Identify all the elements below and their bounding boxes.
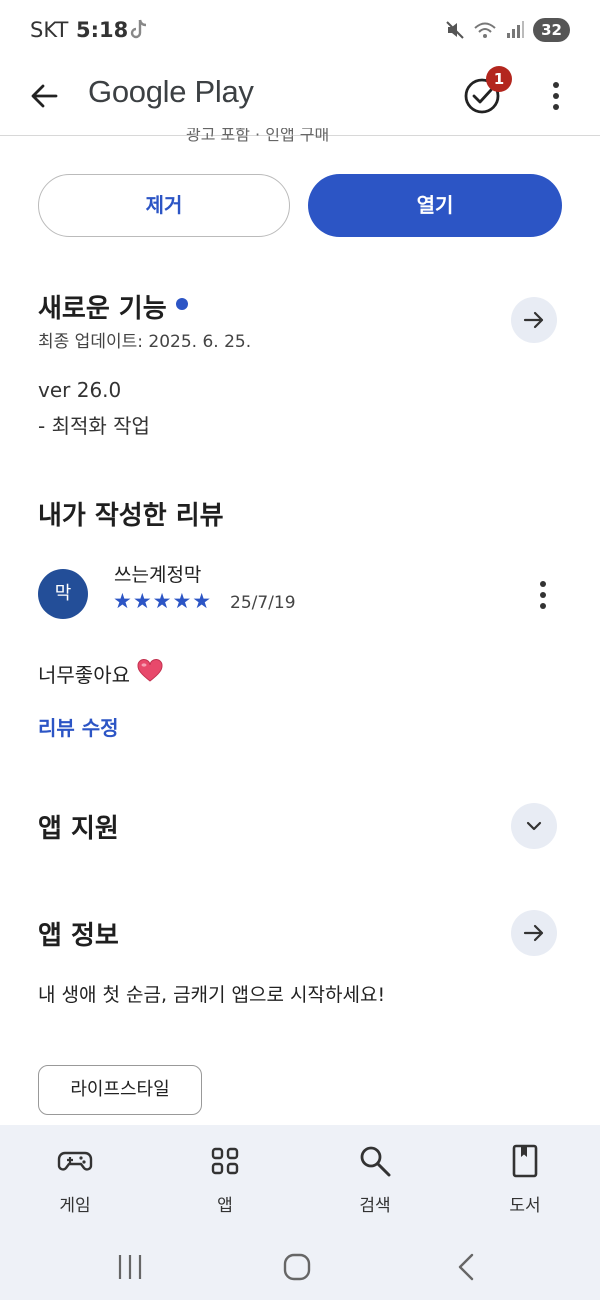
- app-info-arrow-button[interactable]: [511, 910, 557, 956]
- app-title: Google Play: [88, 74, 254, 109]
- status-bar: SKT 5:18 32: [0, 0, 600, 60]
- edit-review-link[interactable]: 리뷰 수정: [38, 712, 119, 741]
- review-more-button[interactable]: [528, 575, 558, 615]
- back-nav-icon[interactable]: [446, 1251, 486, 1283]
- heart-emoji-icon: [137, 659, 163, 682]
- release-note-text: - 최적화 작업: [38, 414, 150, 438]
- open-button[interactable]: 열기: [308, 174, 562, 237]
- my-review-title: 내가 작성한 리뷰: [38, 501, 224, 531]
- nav-label-books: 도서: [509, 1196, 541, 1216]
- app-info-title: 앱 정보: [38, 921, 119, 951]
- version-text: ver 26.0: [38, 378, 122, 402]
- arrow-forward-icon: [523, 311, 544, 329]
- app-description: 내 생애 첫 순금, 금캐기 앱으로 시작하세요!: [38, 984, 386, 1006]
- wifi-icon: [474, 22, 496, 38]
- notification-badge: 1: [486, 66, 512, 92]
- review-date: 25/7/19: [230, 593, 296, 613]
- more-options-button[interactable]: [540, 76, 572, 116]
- apps-grid-icon: [211, 1147, 239, 1175]
- mute-icon: [446, 21, 464, 39]
- arrow-forward-icon: [523, 924, 544, 942]
- nav-item-apps[interactable]: 앱: [150, 1125, 300, 1235]
- nav-item-games[interactable]: 게임: [0, 1125, 150, 1235]
- app-meta-text: 광고 포함 · 인앱 구매: [186, 128, 330, 142]
- remove-button[interactable]: 제거: [38, 174, 290, 237]
- home-icon[interactable]: [277, 1251, 317, 1283]
- clock: 5:18: [76, 18, 129, 42]
- nav-label-apps: 앱: [217, 1196, 233, 1216]
- battery-indicator: 32: [533, 18, 570, 42]
- whats-new-title: 새로운 기능: [38, 294, 167, 324]
- reviewer-name: 쓰는계정막: [114, 564, 202, 586]
- status-icons: 32: [445, 17, 570, 43]
- new-indicator-dot: [176, 298, 188, 310]
- last-updated-text: 최종 업데이트: 2025. 6. 25.: [38, 332, 252, 352]
- category-chip[interactable]: 라이프스타일: [38, 1065, 202, 1115]
- recent-apps-icon[interactable]: [110, 1251, 150, 1283]
- star-rating: ★★★★★: [113, 589, 213, 613]
- app-bar: Google Play 1: [0, 60, 600, 136]
- arrow-back-icon: [31, 84, 58, 108]
- carrier-label: SKT: [30, 18, 69, 42]
- avatar: 막: [38, 569, 88, 619]
- nav-label-search: 검색: [359, 1196, 391, 1216]
- tiktok-notification-icon: [130, 19, 147, 39]
- app-support-title: 앱 지원: [38, 814, 119, 844]
- nav-label-games: 게임: [59, 1196, 91, 1216]
- review-body: 너무좋아요: [38, 663, 130, 687]
- search-icon: [360, 1146, 391, 1177]
- signal-icon: [507, 21, 525, 38]
- gamepad-icon: [57, 1151, 93, 1171]
- nav-item-search[interactable]: 검색: [300, 1125, 450, 1235]
- chevron-down-icon: [526, 821, 542, 831]
- bottom-navigation: 게임 앱 검색 도서: [0, 1125, 600, 1235]
- whats-new-arrow-button[interactable]: [511, 297, 557, 343]
- back-button[interactable]: [22, 74, 66, 118]
- book-icon: [512, 1144, 538, 1178]
- system-navigation: [0, 1235, 600, 1300]
- app-support-expand-button[interactable]: [511, 803, 557, 849]
- nav-item-books[interactable]: 도서: [450, 1125, 600, 1235]
